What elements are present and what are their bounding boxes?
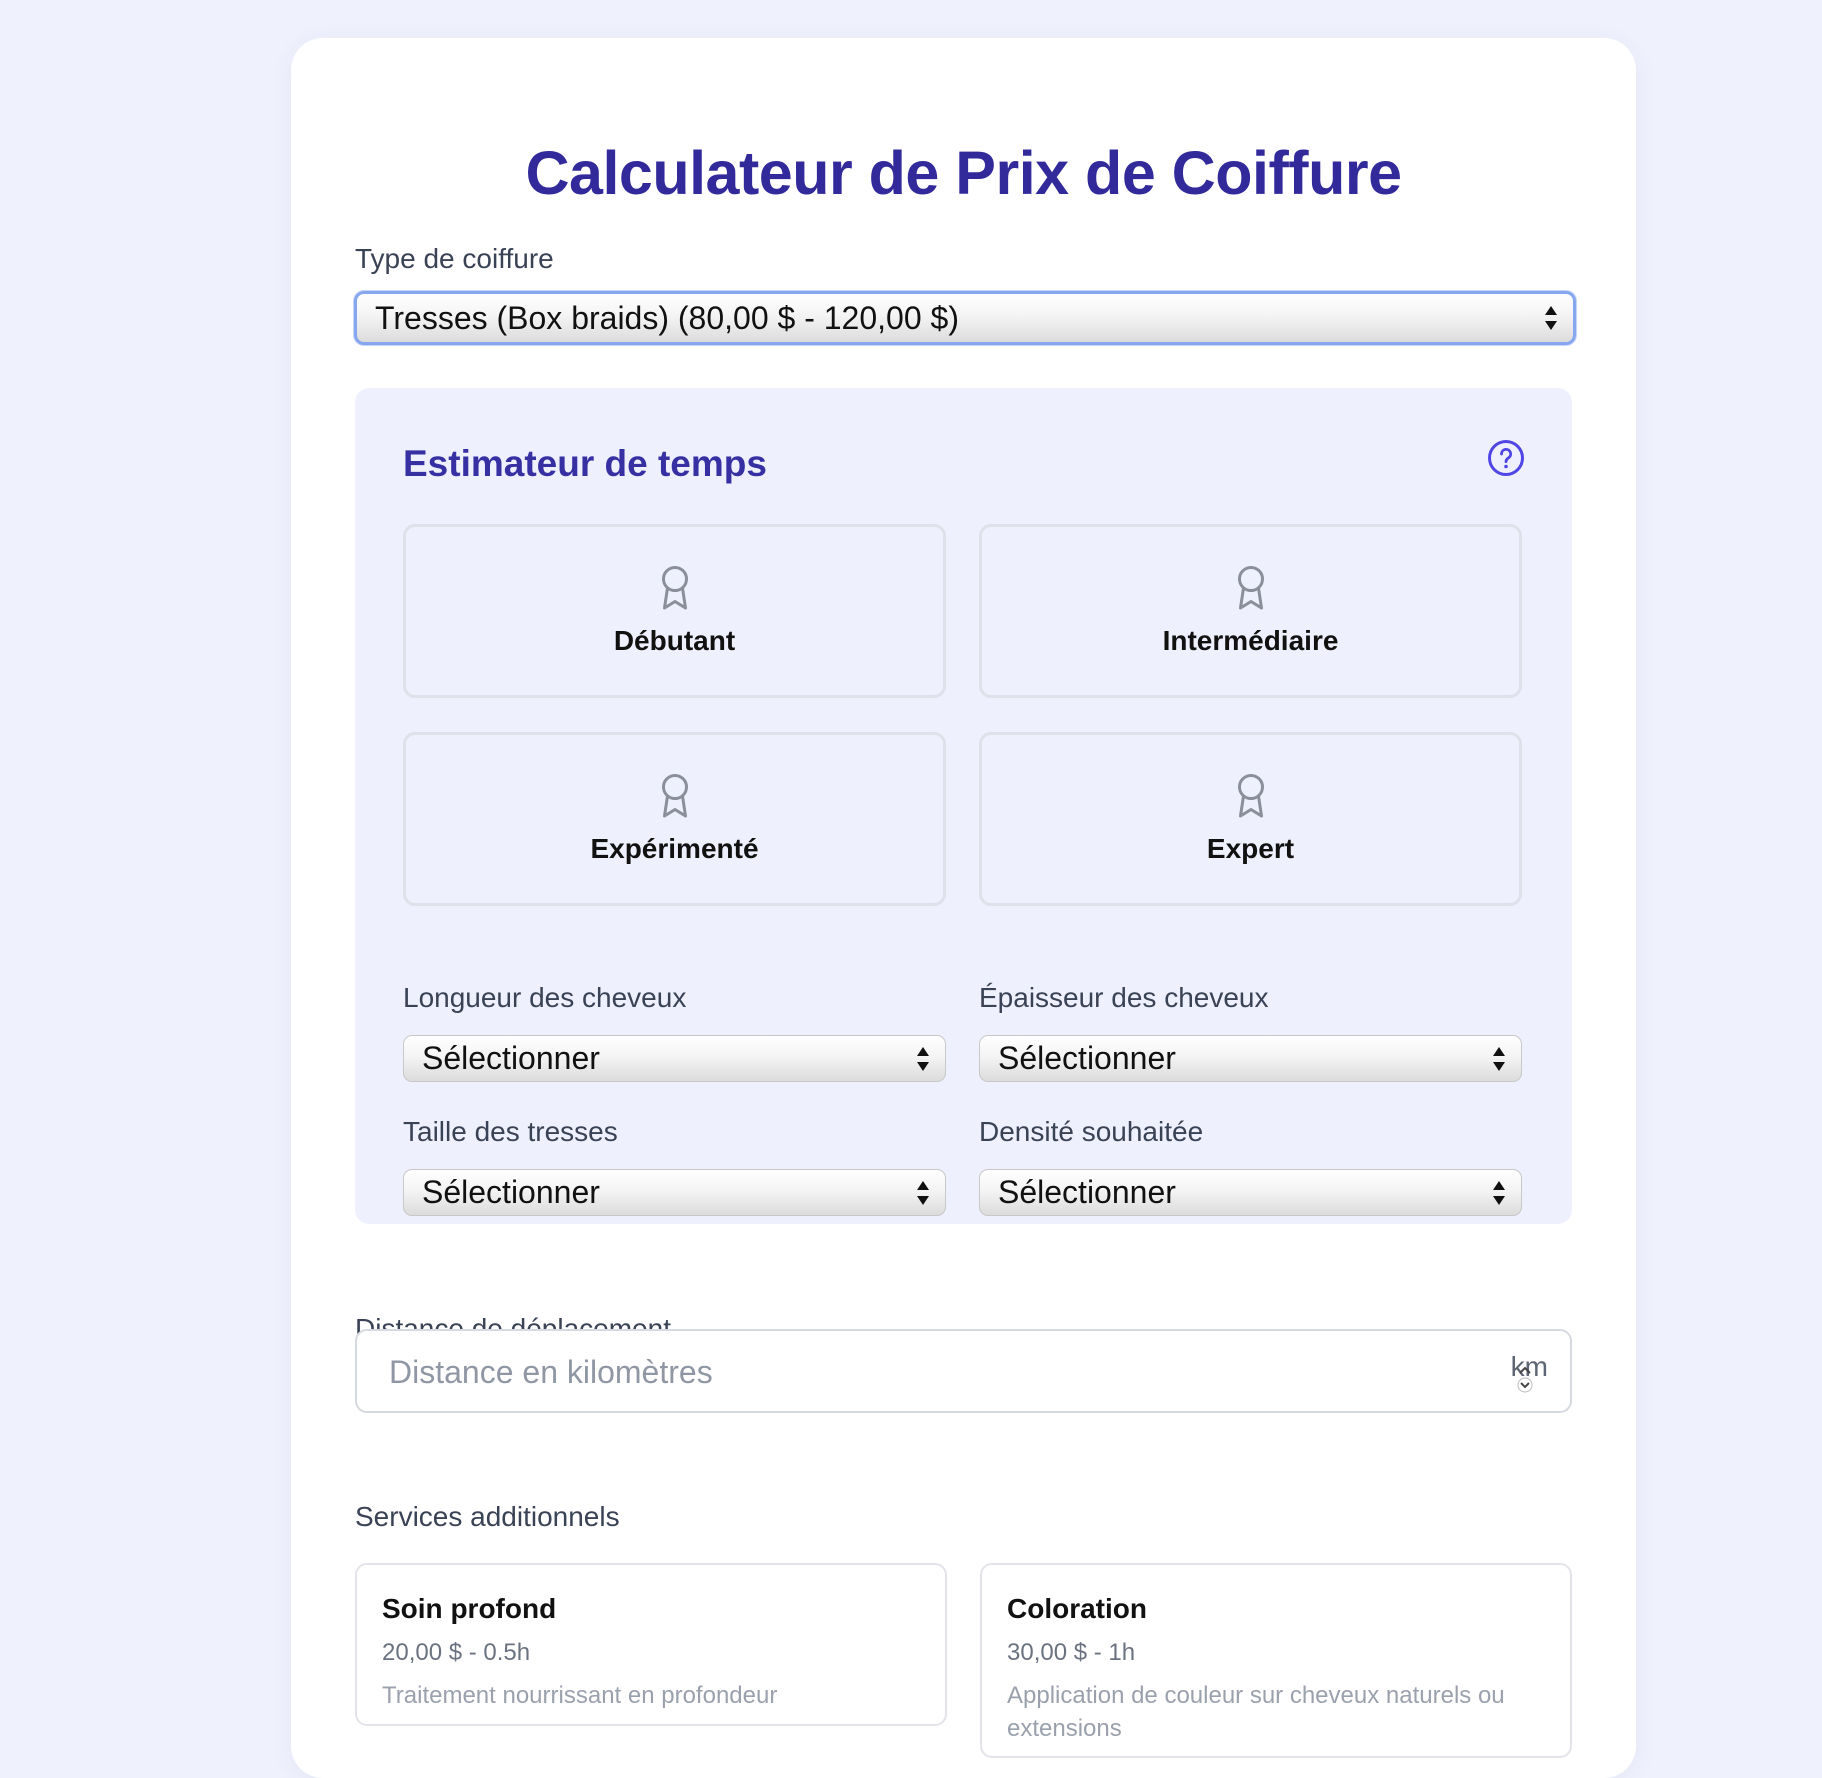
level-label: Expérimenté — [590, 833, 759, 864]
level-label: Expert — [1206, 833, 1295, 864]
service-name: Soin profond — [382, 1593, 557, 1624]
hair-thickness-value: Sélectionner — [998, 1040, 1176, 1076]
service-price: 30,00 $ - 1h — [1007, 1639, 1136, 1666]
hairstyle-label: Type de coiffure — [355, 243, 554, 274]
level-label: Débutant — [613, 625, 736, 656]
page-title: Calculateur de Prix de Coiffure — [525, 139, 1403, 207]
hair-length-value: Sélectionner — [422, 1040, 600, 1076]
density-value: Sélectionner — [998, 1174, 1176, 1210]
service-card-deep-care[interactable]: Soin profond 20,00 $ - 0.5h Traitement n… — [355, 1563, 947, 1726]
select-arrows-icon — [1491, 1045, 1507, 1073]
service-price: 20,00 $ - 0.5h — [382, 1639, 531, 1666]
braid-size-label: Taille des tresses — [403, 1116, 618, 1147]
density-select[interactable]: Sélectionner — [979, 1169, 1522, 1216]
medal-icon — [1237, 566, 1264, 610]
distance-placeholder: Distance en kilomètres — [389, 1354, 713, 1390]
medal-icon — [661, 774, 688, 818]
level-beginner-button[interactable]: Débutant — [403, 524, 946, 698]
density-label: Densité souhaitée — [979, 1116, 1204, 1147]
hair-thickness-select[interactable]: Sélectionner — [979, 1035, 1522, 1082]
braid-size-select[interactable]: Sélectionner — [403, 1169, 946, 1216]
number-spinner-icon[interactable] — [1516, 1359, 1534, 1395]
time-estimator-panel: Estimateur de temps Débutant Intermédiai… — [355, 388, 1572, 1224]
hair-thickness-label: Épaisseur des cheveux — [979, 982, 1269, 1013]
services-label: Services additionnels — [355, 1501, 620, 1532]
braid-size-value: Sélectionner — [422, 1174, 600, 1210]
select-arrows-icon — [1543, 304, 1559, 332]
hair-length-select[interactable]: Sélectionner — [403, 1035, 946, 1082]
medal-icon — [1237, 774, 1264, 818]
select-arrows-icon — [915, 1045, 931, 1073]
select-arrows-icon — [915, 1179, 931, 1207]
service-card-coloration[interactable]: Coloration 30,00 $ - 1h Application de c… — [980, 1563, 1572, 1758]
medal-icon — [661, 566, 688, 610]
level-experienced-button[interactable]: Expérimenté — [403, 732, 946, 906]
calculator-card: Calculateur de Prix de Coiffure Type de … — [291, 38, 1636, 1778]
select-arrows-icon — [1491, 1179, 1507, 1207]
hairstyle-select-value: Tresses (Box braids) (80,00 $ - 120,00 $… — [375, 299, 959, 336]
estimator-title: Estimateur de temps — [403, 443, 767, 484]
service-description: Traitement nourrissant en profondeur — [382, 1682, 778, 1709]
distance-input[interactable]: Distance en kilomètres km — [355, 1329, 1572, 1413]
service-description: Application de couleur sur cheveux natur… — [1007, 1682, 1505, 1742]
hairstyle-select[interactable]: Tresses (Box braids) (80,00 $ - 120,00 $… — [354, 291, 1576, 345]
level-label: Intermédiaire — [1162, 625, 1339, 656]
hair-length-label: Longueur des cheveux — [403, 982, 687, 1013]
help-icon[interactable] — [1487, 439, 1525, 477]
level-intermediate-button[interactable]: Intermédiaire — [979, 524, 1522, 698]
service-name: Coloration — [1007, 1593, 1147, 1624]
level-expert-button[interactable]: Expert — [979, 732, 1522, 906]
